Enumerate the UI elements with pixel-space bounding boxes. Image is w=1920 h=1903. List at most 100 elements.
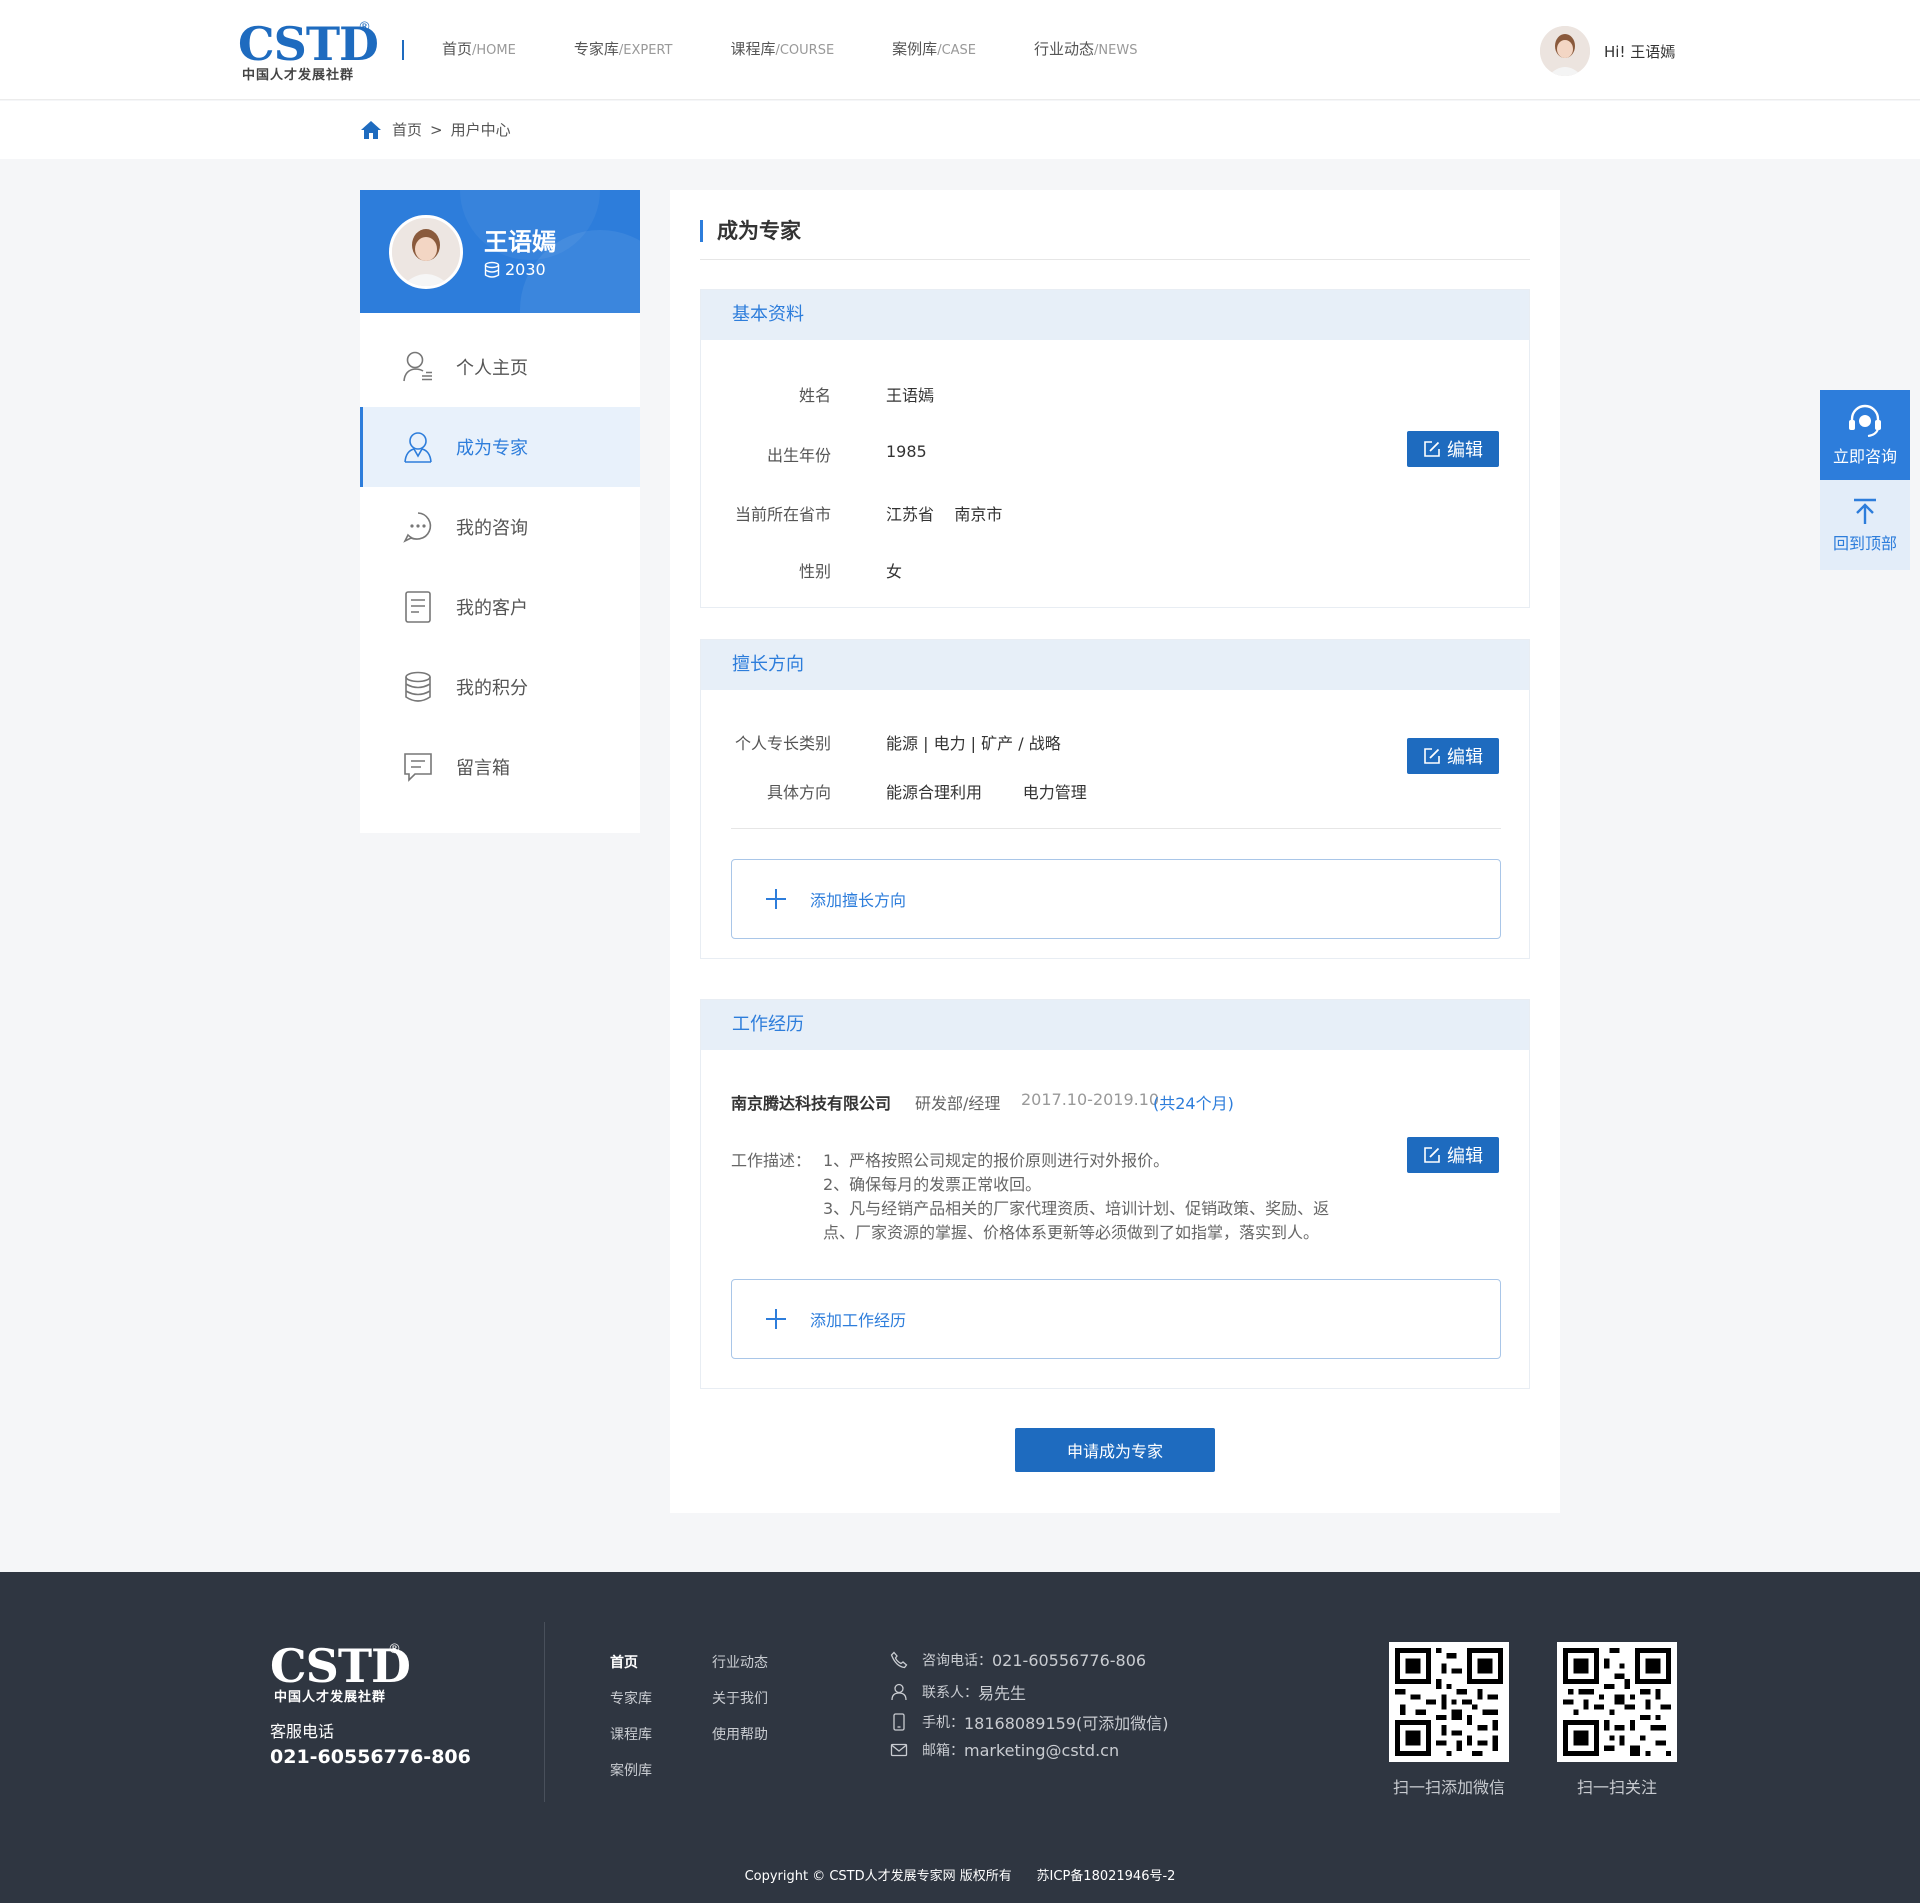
edit-expertise-button[interactable]: 编辑 [1407, 738, 1499, 774]
mail-icon [890, 1743, 908, 1757]
nav-home-cn: 首页 [442, 40, 473, 58]
field-label-name: 姓名 [798, 386, 831, 405]
add-expertise-button[interactable]: 添加擅长方向 [731, 859, 1501, 939]
logo-text: CSTD [238, 17, 379, 71]
nav-expert-en: /EXPERT [618, 43, 673, 58]
field-label-birth-year: 出生年份 [766, 446, 831, 465]
footer-link-help[interactable]: 使用帮助 [712, 1724, 768, 1744]
contact-value: marketing@cstd.cn [964, 1740, 1120, 1760]
section-heading: 基本资料 [701, 290, 1529, 340]
database-icon [405, 671, 431, 702]
header-divider [402, 40, 404, 60]
headset-icon [1849, 404, 1881, 437]
footer-divider [544, 1622, 545, 1802]
footer-link-expert[interactable]: 专家库 [610, 1688, 652, 1708]
nav-course[interactable]: 课程库/COURSE [730, 38, 834, 59]
footer-contact-phone: 咨询电话： 021-60556776-806 [890, 1650, 1146, 1670]
chat-icon [403, 512, 432, 543]
sidebar-item-label: 成为专家 [456, 438, 528, 459]
plus-icon [766, 889, 786, 909]
header-avatar[interactable] [1540, 26, 1590, 76]
back-to-top-button[interactable]: 回到顶部 [1820, 480, 1910, 570]
nav-news-cn: 行业动态 [1034, 40, 1095, 58]
work-position: 研发部/经理 [915, 1094, 1001, 1113]
field-value-name: 王语嫣 [886, 386, 935, 405]
contact-key: 联系人： [922, 1685, 978, 1701]
sidebar-item-consult[interactable]: 我的咨询 [360, 487, 640, 567]
qr-wechat-label: 扫一扫添加微信 [1392, 1778, 1505, 1797]
expert-icon [404, 432, 432, 463]
nav-home[interactable]: 首页/HOME [442, 38, 516, 59]
qr-code-icon [1395, 1648, 1503, 1756]
sidebar-item-label: 留言箱 [456, 758, 510, 779]
nav-case-en: /CASE [937, 43, 977, 58]
breadcrumb-home[interactable]: 首页 [392, 119, 422, 140]
copyright-text: Copyright © CSTD人才发展专家网 版权所有 苏ICP备180219… [744, 1869, 1176, 1884]
sidebar-item-points[interactable]: 我的积分 [360, 647, 640, 727]
sidebar-item-customers[interactable]: 我的客户 [360, 567, 640, 647]
points-value: 2030 [505, 260, 546, 279]
home-icon[interactable] [360, 120, 382, 140]
work-period: 2017.10-2019.10 [1021, 1090, 1160, 1109]
add-work-button[interactable]: 添加工作经历 [731, 1279, 1501, 1359]
breadcrumb-bar [0, 101, 1920, 159]
sidebar-item-label: 我的客户 [456, 598, 528, 619]
site-logo[interactable]: CSTD ® 中国人才发展社群 [238, 17, 379, 83]
nav-news[interactable]: 行业动态/NEWS [1034, 38, 1137, 59]
logo-registered-mark: ® [358, 20, 371, 35]
edit-icon [1424, 748, 1440, 764]
edit-basic-button[interactable]: 编辑 [1407, 431, 1499, 467]
edit-work-button[interactable]: 编辑 [1407, 1137, 1499, 1173]
user-greeting[interactable]: Hi! 王语嫣 [1604, 41, 1675, 62]
footer-link-home[interactable]: 首页 [610, 1652, 638, 1672]
field-value-location: 江苏省 南京市 [886, 505, 1003, 524]
nav-expert-cn: 专家库 [573, 40, 619, 58]
field-value-birth-year: 1985 [886, 442, 927, 461]
footer-service-label: 客服电话 [270, 1722, 335, 1741]
main-panel: 成为专家 基本资料 姓名 王语嫣 出生年份 1985 当前所在省市 江苏省 南京… [670, 190, 1560, 1513]
qr-code-follow [1557, 1642, 1677, 1762]
edit-label: 编辑 [1447, 440, 1483, 461]
footer-link-case[interactable]: 案例库 [610, 1760, 652, 1780]
field-label-category: 个人专长类别 [734, 734, 831, 753]
footer-link-news[interactable]: 行业动态 [712, 1652, 768, 1672]
float-consult-button[interactable]: 立即咨询 [1820, 390, 1910, 480]
qr-code-wechat [1389, 1642, 1509, 1762]
footer-link-course[interactable]: 课程库 [610, 1724, 652, 1744]
breadcrumb-current: 用户中心 [450, 121, 511, 139]
field-label-gender: 性别 [798, 562, 831, 581]
nav-case[interactable]: 案例库/CASE [892, 38, 976, 59]
footer-logo[interactable]: CSTD ® 中国人才发展社群 [270, 1642, 411, 1705]
nav-course-en: /COURSE [775, 43, 835, 58]
phone-icon [890, 1651, 908, 1669]
footer-contact-mobile: 手机： 18168089159(可添加微信) [890, 1710, 1168, 1734]
nav-case-cn: 案例库 [892, 40, 938, 58]
qr-follow-label: 扫一扫关注 [1576, 1778, 1657, 1797]
sidebar-item-messages[interactable]: 留言箱 [360, 727, 640, 807]
mobile-icon [893, 1713, 905, 1731]
person-icon [891, 1683, 907, 1701]
contact-key: 手机： [922, 1715, 964, 1731]
edit-icon [1424, 441, 1440, 457]
nav-expert[interactable]: 专家库/EXPERT [574, 38, 673, 59]
add-work-label: 添加工作经历 [810, 1311, 907, 1330]
sidebar-avatar[interactable] [389, 215, 463, 289]
sidebar-item-become-expert[interactable]: 成为专家 [360, 407, 640, 487]
sidebar-item-label: 我的咨询 [456, 518, 528, 539]
work-desc-label: 工作描述： [731, 1151, 812, 1170]
section-basic-info: 基本资料 姓名 王语嫣 出生年份 1985 当前所在省市 江苏省 南京市 性别 … [700, 289, 1530, 608]
section-expertise: 擅长方向 个人专长类别 能源 | 电力 | 矿产 / 战略 具体方向 能源合理利… [700, 639, 1530, 959]
title-divider [700, 259, 1530, 260]
contact-key: 邮箱： [922, 1743, 964, 1759]
work-desc-line: 3、凡与经销产品相关的厂家代理资质、培训计划、促销政策、奖励、返 [823, 1199, 1330, 1218]
footer-contact-person: 联系人： 易先生 [890, 1680, 1026, 1704]
sidebar-item-homepage[interactable]: 个人主页 [360, 327, 640, 407]
qr-code-icon [1563, 1648, 1671, 1756]
work-desc-line: 点、厂家资源的掌握、价格体系更新等必须做到了如指掌，落实到人。 [823, 1223, 1320, 1242]
footer-link-about[interactable]: 关于我们 [712, 1688, 768, 1708]
footer: CSTD ® 中国人才发展社群 客服电话 021-60556776-806 首页… [0, 1572, 1920, 1903]
arrow-up-icon [1854, 498, 1876, 524]
plus-icon [766, 1309, 786, 1329]
edit-label: 编辑 [1447, 747, 1483, 768]
apply-expert-button[interactable]: 申请成为专家 [1015, 1428, 1215, 1472]
